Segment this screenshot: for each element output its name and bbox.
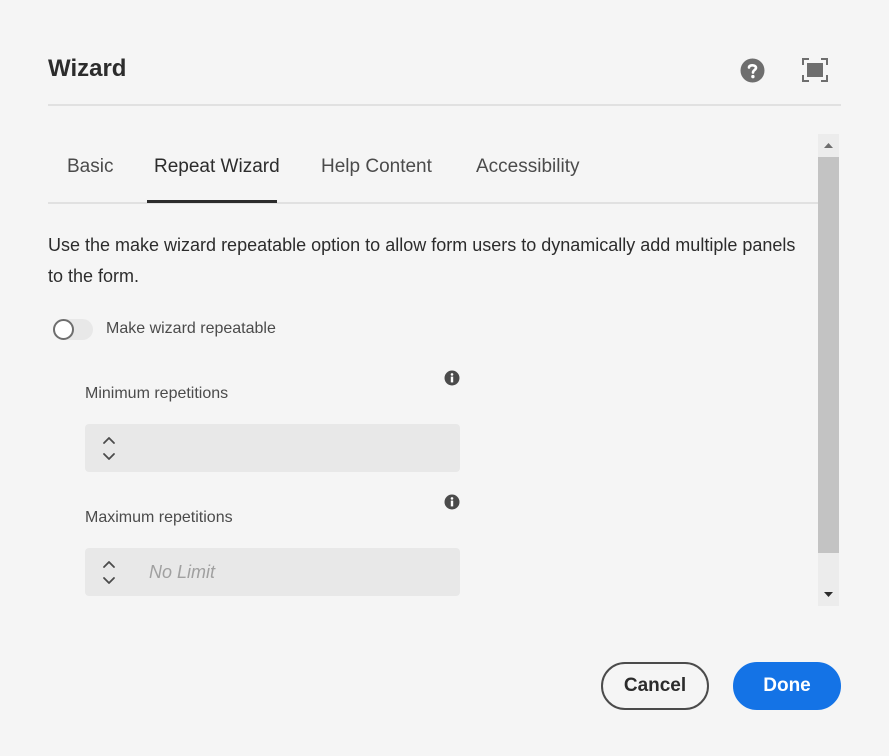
- maximum-stepper: [99, 556, 119, 590]
- header-divider: [48, 104, 841, 106]
- tab-accessibility[interactable]: Accessibility: [476, 156, 579, 178]
- dialog-title: Wizard: [48, 55, 127, 82]
- tab-help-content[interactable]: Help Content: [321, 156, 432, 178]
- chevron-down-icon[interactable]: [99, 573, 119, 589]
- scrollbar-thumb[interactable]: [818, 157, 839, 553]
- done-button[interactable]: Done: [733, 662, 841, 710]
- minimum-repetitions-input[interactable]: [149, 424, 449, 472]
- info-icon[interactable]: [444, 494, 460, 510]
- minimum-repetitions-field: [85, 424, 460, 472]
- info-icon[interactable]: [444, 370, 460, 386]
- toggle-knob: [53, 319, 74, 340]
- repeatable-toggle[interactable]: [53, 319, 93, 340]
- repeat-description: Use the make wizard repeatable option to…: [48, 235, 796, 286]
- minimum-repetitions-label: Minimum repetitions: [85, 385, 229, 402]
- chevron-up-icon[interactable]: [99, 432, 119, 448]
- active-tab-indicator: [147, 200, 277, 203]
- chevron-down-icon[interactable]: [99, 449, 119, 465]
- scrollbar[interactable]: [818, 134, 839, 606]
- chevron-up-icon[interactable]: [99, 556, 119, 572]
- fullscreen-icon[interactable]: [802, 58, 828, 82]
- minimum-stepper: [99, 432, 119, 466]
- maximum-repetitions-label: Maximum repetitions: [85, 509, 233, 526]
- help-circle-icon[interactable]: [740, 58, 765, 83]
- tab-repeat-wizard[interactable]: Repeat Wizard: [154, 156, 280, 178]
- repeatable-toggle-label: Make wizard repeatable: [106, 320, 276, 337]
- tab-basic[interactable]: Basic: [67, 156, 113, 178]
- maximum-repetitions-input[interactable]: [149, 548, 449, 596]
- scroll-up-arrow-icon[interactable]: [818, 134, 839, 156]
- cancel-button[interactable]: Cancel: [601, 662, 709, 710]
- tab-list: Basic Repeat Wizard Help Content Accessi…: [48, 134, 818, 204]
- maximum-repetitions-field: [85, 548, 460, 596]
- scroll-down-arrow-icon[interactable]: [818, 584, 839, 606]
- dialog-content: Basic Repeat Wizard Help Content Accessi…: [48, 134, 818, 606]
